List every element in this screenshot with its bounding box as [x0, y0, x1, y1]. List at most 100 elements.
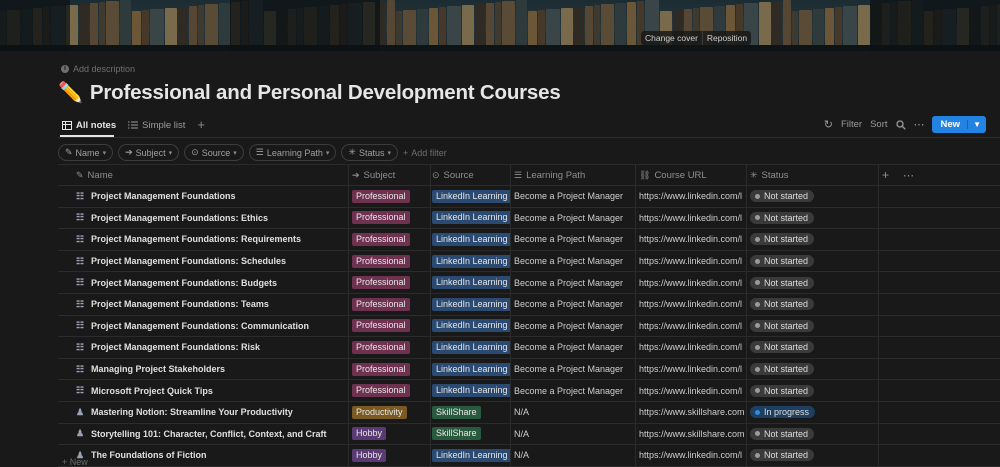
cell-status[interactable]: Not started [750, 337, 876, 358]
cell-name[interactable]: ☷ Project Management Foundations: Budgets [76, 272, 346, 293]
cell-status[interactable]: Not started [750, 380, 876, 401]
cell-subject[interactable]: Hobby [352, 445, 430, 466]
cell-subject[interactable]: Professional [352, 186, 430, 207]
row-title[interactable]: Project Management Foundations: Teams [91, 299, 269, 309]
cell-status[interactable]: Not started [750, 186, 876, 207]
tab-all-notes[interactable]: All notes [62, 118, 116, 132]
table-row[interactable]: ♟ Mastering Notion: Streamline Your Produ… [58, 401, 1000, 424]
cell-source[interactable]: LinkedIn Learning [432, 316, 510, 337]
cell-course-url[interactable]: https://www.skillshare.com [639, 424, 745, 445]
row-title[interactable]: Project Management Foundations: Ethics [91, 213, 268, 223]
cell-source[interactable]: LinkedIn Learning [432, 380, 510, 401]
cell-status[interactable]: Not started [750, 316, 876, 337]
cell-course-url[interactable]: https://www.linkedin.com/l [639, 380, 745, 401]
cell-course-url[interactable]: https://www.linkedin.com/l [639, 359, 745, 380]
course-url-link[interactable]: https://www.linkedin.com/l [639, 386, 742, 396]
table-row[interactable]: ☷ Project Management Foundations: Teams Pr… [58, 293, 1000, 316]
filter-chip-source[interactable]: ⊙ Source ▾ [184, 144, 244, 161]
column-header-subject[interactable]: ➔ Subject [352, 165, 430, 185]
row-title[interactable]: Mastering Notion: Streamline Your Produc… [91, 407, 293, 417]
table-row[interactable]: ☷ Project Management Foundations: Ethics P… [58, 207, 1000, 230]
search-icon[interactable] [895, 119, 906, 130]
cell-subject[interactable]: Professional [352, 316, 430, 337]
cell-course-url[interactable]: https://www.skillshare.com [639, 402, 745, 423]
cell-course-url[interactable]: https://www.linkedin.com/l [639, 186, 745, 207]
cell-subject[interactable]: Professional [352, 229, 430, 250]
row-title[interactable]: Project Management Foundations: Schedule… [91, 256, 286, 266]
cell-status[interactable]: Not started [750, 294, 876, 315]
cell-learning-path[interactable]: Become a Project Manager [514, 186, 636, 207]
cell-name[interactable]: ☷ Microsoft Project Quick Tips [76, 380, 346, 401]
cell-subject[interactable]: Professional [352, 272, 430, 293]
cell-learning-path[interactable]: Become a Project Manager [514, 251, 636, 272]
row-title[interactable]: The Foundations of Fiction [91, 450, 206, 460]
column-header-name[interactable]: ✎ Name [76, 165, 346, 185]
cell-subject[interactable]: Professional [352, 208, 430, 229]
table-row[interactable]: ♟ The Foundations of Fiction Hobby LinkedIn… [58, 445, 1000, 467]
cell-status[interactable]: Not started [750, 229, 876, 250]
cell-status[interactable]: Not started [750, 359, 876, 380]
cell-learning-path[interactable]: Become a Project Manager [514, 272, 636, 293]
cell-status[interactable]: Not started [750, 424, 876, 445]
more-options-icon[interactable]: ⋯ [914, 118, 925, 131]
course-url-link[interactable]: https://www.linkedin.com/l [639, 299, 742, 309]
cell-learning-path[interactable]: Become a Project Manager [514, 208, 636, 229]
cell-learning-path[interactable]: Become a Project Manager [514, 359, 636, 380]
course-url-link[interactable]: https://www.linkedin.com/l [639, 234, 742, 244]
cell-subject[interactable]: Hobby [352, 424, 430, 445]
cell-subject[interactable]: Productivity [352, 402, 430, 423]
cell-status[interactable]: Not started [750, 208, 876, 229]
filter-chip-name[interactable]: ✎ Name ▾ [58, 144, 114, 161]
cell-learning-path[interactable]: Become a Project Manager [514, 294, 636, 315]
add-view-icon[interactable]: + [197, 118, 205, 131]
cell-source[interactable]: SkillShare [432, 402, 510, 423]
row-title[interactable]: Project Management Foundations: Risk [91, 342, 260, 352]
cell-source[interactable]: LinkedIn Learning [432, 359, 510, 380]
cell-status[interactable]: Not started [750, 445, 876, 466]
page-title[interactable]: ✏️ Professional and Personal Development… [58, 80, 561, 105]
cell-course-url[interactable]: https://www.linkedin.com/l [639, 337, 745, 358]
course-url-link[interactable]: https://www.linkedin.com/l [639, 256, 742, 266]
table-row[interactable]: ☷ Project Management Foundations: Risk Pro… [58, 337, 1000, 359]
course-url-link[interactable]: https://www.linkedin.com/l [639, 342, 742, 352]
course-url-link[interactable]: https://www.skillshare.com [639, 407, 745, 417]
table-row[interactable]: ☷ Microsoft Project Quick Tips Professiona… [58, 380, 1000, 402]
course-url-link[interactable]: https://www.linkedin.com/l [639, 278, 742, 288]
course-url-link[interactable]: https://www.linkedin.com/l [639, 213, 742, 223]
cell-course-url[interactable]: https://www.linkedin.com/l [639, 208, 745, 229]
row-title[interactable]: Managing Project Stakeholders [91, 364, 225, 374]
column-header-learning-path[interactable]: ☰ Learning Path [514, 165, 636, 185]
cell-learning-path[interactable]: N/A [514, 445, 636, 466]
cell-source[interactable]: LinkedIn Learning [432, 251, 510, 272]
cell-subject[interactable]: Professional [352, 251, 430, 272]
more-options-icon[interactable]: ⋯ [903, 169, 914, 182]
cell-subject[interactable]: Professional [352, 359, 430, 380]
cell-learning-path[interactable]: Become a Project Manager [514, 380, 636, 401]
cell-source[interactable]: SkillShare [432, 424, 510, 445]
cell-source[interactable]: LinkedIn Learning [432, 186, 510, 207]
cell-status[interactable]: In progress [750, 402, 876, 423]
cell-subject[interactable]: Professional [352, 294, 430, 315]
pencil-emoji-icon[interactable]: ✏️ [58, 80, 83, 105]
table-row[interactable]: ☷ Project Management Foundations: Communi… [58, 315, 1000, 338]
cell-name[interactable]: ☷ Project Management Foundations: Ethics [76, 208, 346, 229]
cell-source[interactable]: LinkedIn Learning [432, 272, 510, 293]
cell-name[interactable]: ♟ Mastering Notion: Streamline Your Produ… [76, 402, 346, 423]
course-url-link[interactable]: https://www.linkedin.com/l [639, 450, 742, 460]
add-property-icon[interactable]: + [882, 168, 889, 182]
cell-subject[interactable]: Professional [352, 380, 430, 401]
table-row[interactable]: ☷ Managing Project Stakeholders Profession… [58, 358, 1000, 381]
table-row[interactable]: ☷ Project Management Foundations: Require… [58, 229, 1000, 251]
cell-name[interactable]: ♟ The Foundations of Fiction [76, 445, 346, 466]
cell-name[interactable]: ♟ Storytelling 101: Character, Conflict, … [76, 424, 346, 445]
add-description-button[interactable]: i Add description [61, 64, 135, 74]
filter-chip-status[interactable]: ✳ Status ▾ [341, 144, 398, 161]
row-title[interactable]: Project Management Foundations: Requirem… [91, 234, 301, 244]
new-row-button[interactable]: + New [62, 457, 88, 467]
new-button-label[interactable]: New [932, 119, 968, 130]
cell-name[interactable]: ☷ Managing Project Stakeholders [76, 359, 346, 380]
cell-course-url[interactable]: https://www.linkedin.com/l [639, 445, 745, 466]
column-header-course-url[interactable]: ⛓ Course URL [639, 165, 745, 185]
cell-learning-path[interactable]: N/A [514, 424, 636, 445]
filter-button[interactable]: Filter [841, 119, 862, 130]
